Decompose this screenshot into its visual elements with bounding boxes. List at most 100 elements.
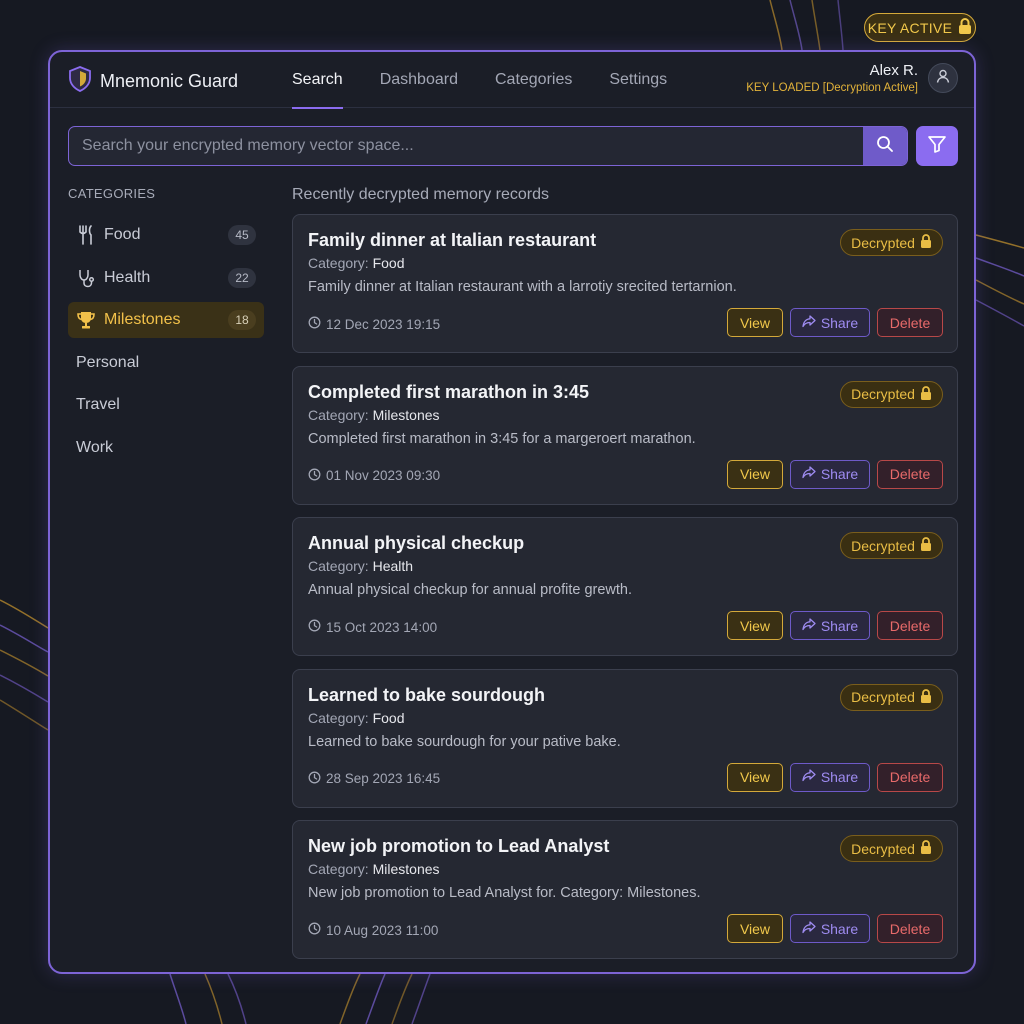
sidebar-item-food[interactable]: Food 45 [68, 217, 264, 253]
categories-sidebar: CATEGORIES Food 45 Health 22 Milestones … [68, 186, 264, 472]
search-box [68, 126, 908, 166]
user-icon [935, 68, 951, 89]
share-label: Share [820, 314, 859, 331]
timestamp-text: 28 Sep 2023 16:45 [326, 771, 441, 786]
category-prefix: Category: [308, 861, 369, 877]
record-category: Category: Health [308, 558, 413, 574]
view-button[interactable]: View [727, 308, 783, 337]
record-title: Family dinner at Italian restaurant [308, 230, 597, 250]
share-button[interactable]: Share [790, 308, 870, 337]
view-button[interactable]: View [727, 459, 783, 489]
sidebar-item-health[interactable]: Health 22 [68, 260, 264, 296]
record-description: Completed first marathon in 3:45 for a m… [308, 430, 696, 447]
share-button[interactable]: Share [790, 611, 870, 640]
delete-button[interactable]: Delete [877, 459, 943, 489]
sidebar-item-label: Health [104, 268, 151, 286]
timestamp-text: 15 Oct 2023 14:00 [326, 619, 438, 635]
record-category: Category: Milestones [308, 407, 440, 423]
sidebar-item-label: Travel [76, 396, 120, 413]
share-icon [802, 466, 816, 482]
user-area: Alex R. KEY LOADED [Decryption Active] [746, 62, 958, 94]
record-card[interactable]: Family dinner at Italian restaurant Cate… [292, 214, 958, 353]
sidebar-item-label: Food [104, 226, 141, 243]
record-card-partial[interactable] [292, 971, 958, 972]
record-actions: View Share Delete [727, 762, 943, 792]
brand: Mnemonic Guard [68, 66, 238, 97]
view-button[interactable]: View [727, 914, 783, 943]
tab-search[interactable]: Search [292, 52, 343, 109]
sidebar-item-work[interactable]: Work [68, 430, 264, 466]
user-info: Alex R. KEY LOADED [Decryption Active] [746, 62, 918, 94]
share-icon [802, 769, 816, 785]
filter-button[interactable] [916, 126, 958, 166]
record-description: Annual physical checkup for annual profi… [308, 582, 633, 598]
search-button[interactable] [863, 127, 907, 165]
record-category: Category: Food [308, 255, 405, 271]
badge-label: Decrypted [851, 689, 915, 705]
trophy-icon [76, 310, 96, 330]
category-value: Milestones [372, 861, 440, 877]
lock-icon [920, 537, 932, 554]
decrypted-badge: Decrypted [840, 229, 943, 256]
share-button[interactable]: Share [790, 459, 870, 489]
tab-settings[interactable]: Settings [609, 52, 667, 108]
decrypted-badge: Decrypted [840, 835, 943, 862]
record-actions: View Share Delete [727, 914, 943, 943]
tab-categories[interactable]: Categories [495, 52, 572, 108]
category-value: Health [372, 558, 414, 574]
record-card[interactable]: Annual physical checkup Category: Health… [292, 517, 958, 656]
timestamp-text: 01 Nov 2023 09:30 [326, 468, 441, 483]
delete-button[interactable]: Delete [877, 308, 943, 337]
user-avatar-button[interactable] [928, 63, 958, 93]
record-timestamp: 12 Dec 2023 19:15 [308, 316, 440, 332]
lock-icon [920, 840, 932, 857]
record-category: Category: Milestones [308, 861, 440, 877]
key-status: KEY LOADED [Decryption Active] [746, 82, 918, 94]
delete-button[interactable]: Delete [877, 914, 943, 943]
delete-button[interactable]: Delete [877, 762, 943, 792]
clock-icon [308, 468, 321, 484]
share-label: Share [820, 920, 859, 937]
key-active-label: KEY ACTIVE [867, 19, 953, 36]
utensils-icon [76, 225, 96, 245]
badge-label: Decrypted [851, 386, 915, 402]
view-button[interactable]: View [727, 611, 783, 640]
category-prefix: Category: [308, 709, 369, 726]
badge-label: Decrypted [851, 234, 915, 251]
record-description: New job promotion to Lead Analyst for. C… [308, 885, 701, 901]
nav-tabs: Search Dashboard Categories Settings [292, 52, 704, 109]
category-prefix: Category: [308, 406, 369, 423]
record-card[interactable]: Completed first marathon in 3:45 Categor… [292, 365, 958, 505]
search-input[interactable] [69, 127, 863, 165]
share-icon [802, 920, 816, 937]
record-title: Annual physical checkup [308, 533, 525, 553]
share-button[interactable]: Share [790, 914, 870, 943]
share-label: Share [820, 769, 859, 785]
sidebar-item-personal[interactable]: Personal [68, 345, 264, 381]
clock-icon [308, 316, 321, 332]
record-card[interactable]: New job promotion to Lead Analyst Catego… [292, 820, 958, 959]
share-label: Share [820, 617, 859, 634]
category-prefix: Category: [308, 558, 369, 574]
tab-dashboard[interactable]: Dashboard [380, 52, 458, 108]
record-description: Family dinner at Italian restaurant with… [308, 279, 737, 295]
share-button[interactable]: Share [790, 762, 870, 792]
search-row [68, 126, 958, 166]
sidebar-item-travel[interactable]: Travel [68, 387, 264, 423]
record-actions: View Share Delete [727, 611, 943, 640]
lock-icon [920, 234, 932, 251]
record-timestamp: 15 Oct 2023 14:00 [308, 619, 437, 635]
sidebar-item-milestones[interactable]: Milestones 18 [68, 302, 264, 338]
sidebar-title: CATEGORIES [68, 186, 156, 201]
view-button[interactable]: View [727, 762, 783, 792]
decrypted-badge: Decrypted [840, 683, 943, 711]
record-timestamp: 10 Aug 2023 11:00 [308, 922, 438, 938]
shield-icon [68, 66, 92, 97]
lock-icon [958, 18, 972, 37]
record-card[interactable]: Learned to bake sourdough Category: Food… [292, 668, 958, 808]
badge-label: Decrypted [851, 537, 915, 554]
delete-button[interactable]: Delete [877, 611, 943, 640]
sidebar-item-label: Milestones [104, 311, 181, 328]
record-timestamp: 28 Sep 2023 16:45 [308, 771, 440, 787]
lock-icon [920, 385, 932, 403]
